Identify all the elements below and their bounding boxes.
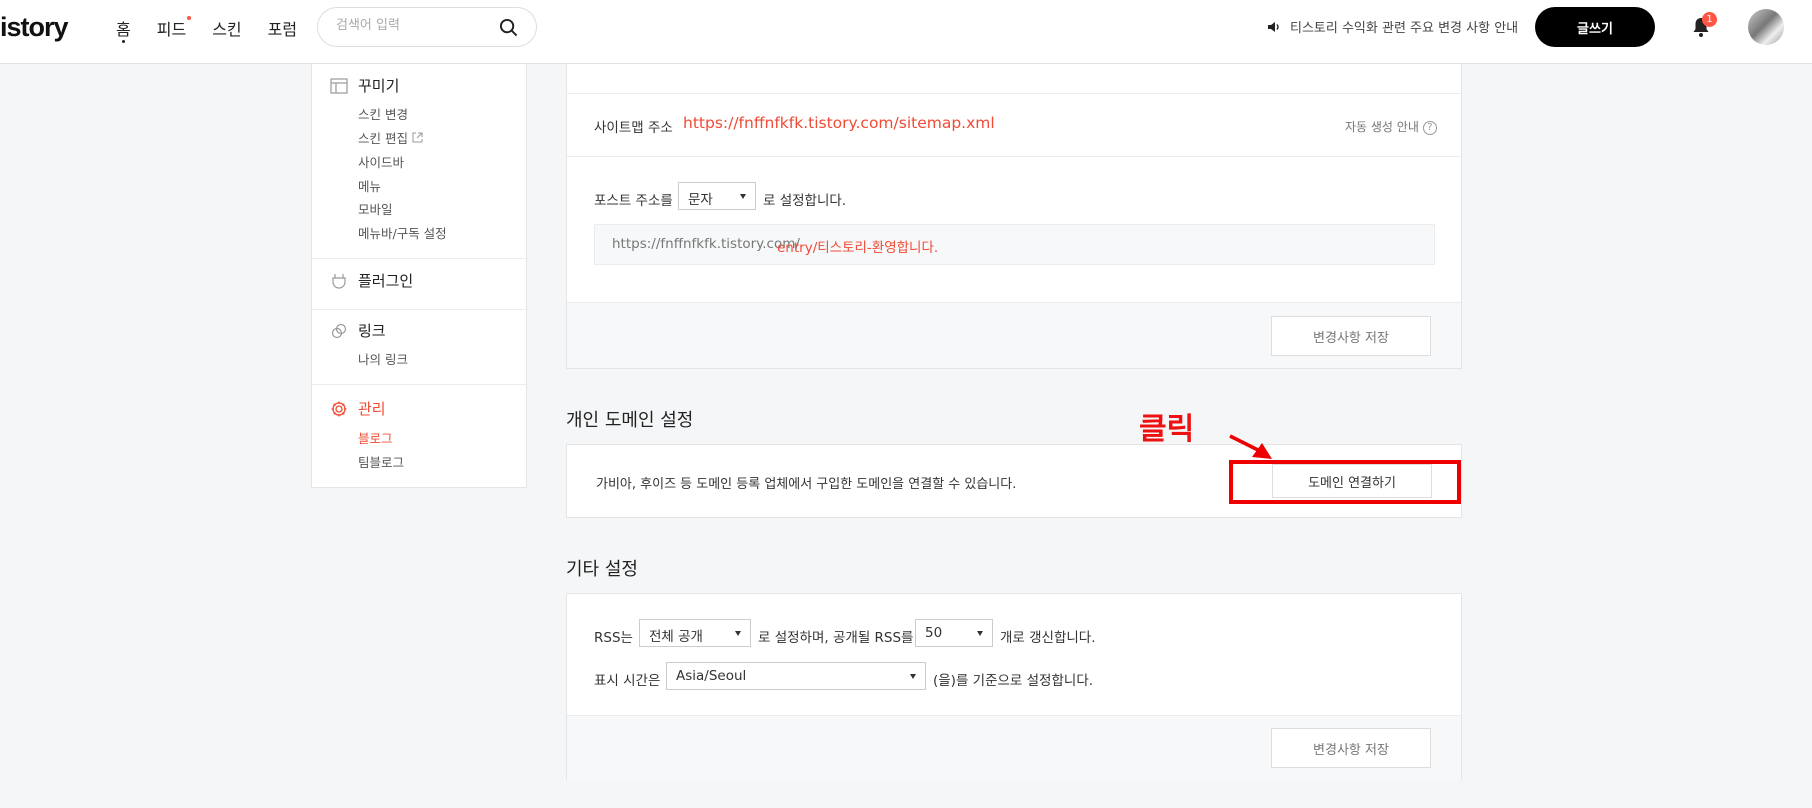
nav-home-label: 홈 — [116, 20, 131, 39]
save-button[interactable]: 변경사항 저장 — [1271, 316, 1431, 356]
layout-icon — [330, 78, 348, 94]
skin-edit-label: 스킨 편집 — [358, 131, 408, 146]
plugin-icon — [332, 274, 346, 289]
notice-text: 티스토리 수익화 관련 주요 변경 사항 안내 — [1290, 21, 1519, 36]
nav-home[interactable]: 홈 — [116, 16, 131, 43]
chevron-down-icon — [977, 631, 983, 636]
divider — [567, 156, 1461, 157]
sitemap-label: 사이트맵 주소 — [594, 120, 673, 136]
active-dot — [122, 40, 125, 43]
post-address-suffix: 로 설정합니다. — [763, 193, 847, 209]
avatar[interactable] — [1748, 9, 1784, 45]
rss-select-value: 전체 공개 — [649, 629, 703, 645]
link-icon — [331, 323, 347, 339]
divider — [312, 258, 526, 259]
url-preview-base: https://fnffnfkfk.tistory.com/ — [612, 236, 800, 252]
timezone-value: Asia/Seoul — [676, 668, 747, 684]
notification-badge: 1 — [1702, 12, 1717, 27]
sidebar-item-blog[interactable]: 블로그 — [358, 428, 393, 447]
annotation-highlight-box — [1229, 460, 1461, 504]
chevron-down-icon — [735, 631, 741, 636]
other-settings-panel: RSS는 전체 공개 로 설정하며, 공개될 RSS를 50 개로 갱신합니다.… — [566, 593, 1462, 780]
search-icon[interactable] — [499, 18, 518, 37]
post-address-select[interactable]: 문자 — [678, 182, 756, 210]
rss-count-select[interactable]: 50 — [915, 619, 993, 647]
top-bar: istory 홈 피드 스킨 포럼 티스토리 수익화 관련 주요 변경 사항 안… — [0, 0, 1812, 64]
sidebar-item-skin-change[interactable]: 스킨 변경 — [358, 104, 408, 123]
sidebar-item-menu[interactable]: 메뉴 — [358, 176, 381, 195]
nav-feed[interactable]: 피드 — [156, 16, 192, 40]
rss-suffix: 개로 갱신합니다. — [1000, 630, 1096, 646]
divider — [312, 309, 526, 310]
post-address-label: 포스트 주소를 — [594, 193, 673, 209]
sidebar-item-skin-edit[interactable]: 스킨 편집 — [358, 128, 423, 147]
panel-footer: 변경사항 저장 — [567, 715, 1461, 780]
sidebar-head-link[interactable]: 링크 — [358, 320, 386, 341]
url-preview: https://fnffnfkfk.tistory.com/ entry/티스토… — [594, 224, 1435, 265]
chevron-down-icon — [910, 674, 916, 679]
nav-forum[interactable]: 포럼 — [268, 16, 297, 40]
external-link-icon — [412, 132, 423, 143]
url-preview-path: entry/티스토리-환영합니다. — [777, 240, 939, 256]
sidebar-item-my-link[interactable]: 나의 링크 — [358, 349, 408, 368]
rss-visibility-select[interactable]: 전체 공개 — [639, 619, 751, 647]
sidebar-head-decorate[interactable]: 꾸미기 — [358, 75, 399, 96]
main-nav: 홈 피드 스킨 포럼 — [116, 16, 297, 43]
notice-link[interactable]: 티스토리 수익화 관련 주요 변경 사항 안내 — [1266, 17, 1518, 36]
new-dot — [187, 16, 192, 20]
rss-count-value: 50 — [925, 625, 943, 641]
panel-footer: 변경사항 저장 — [567, 302, 1461, 368]
speaker-icon — [1268, 21, 1279, 32]
divider — [312, 384, 526, 385]
search-box — [317, 7, 537, 47]
logo[interactable]: istory — [0, 12, 69, 43]
sidebar-head-manage[interactable]: 관리 — [358, 398, 386, 419]
sidebar-item-mobile[interactable]: 모바일 — [358, 199, 393, 218]
sidebar: 꾸미기 스킨 변경 스킨 편집 사이드바 메뉴 모바일 메뉴바/구독 설정 플러… — [311, 64, 527, 488]
domain-section-title: 개인 도메인 설정 — [566, 410, 694, 431]
auto-gen-label: 자동 생성 안내 — [1345, 120, 1419, 134]
auto-gen-info[interactable]: 자동 생성 안내? — [1345, 118, 1437, 135]
address-settings-panel: 사이트맵 주소 https://fnffnfkfk.tistory.com/si… — [566, 64, 1462, 369]
help-icon: ? — [1422, 120, 1437, 135]
write-button[interactable]: 글쓰기 — [1535, 7, 1655, 47]
timezone-select[interactable]: Asia/Seoul — [666, 662, 926, 690]
other-section-title: 기타 설정 — [566, 559, 638, 580]
divider — [567, 93, 1461, 94]
gear-icon — [331, 401, 347, 417]
rss-middle: 로 설정하며, 공개될 RSS를 — [758, 630, 914, 646]
post-select-value: 문자 — [688, 192, 713, 208]
sidebar-item-menubar[interactable]: 메뉴바/구독 설정 — [358, 223, 447, 242]
time-suffix: (을)를 기준으로 설정합니다. — [933, 673, 1094, 689]
domain-description: 가비아, 후이즈 등 도메인 등록 업체에서 구입한 도메인을 연결할 수 있습… — [596, 477, 1017, 492]
nav-skin[interactable]: 스킨 — [212, 16, 241, 40]
save-button[interactable]: 변경사항 저장 — [1271, 728, 1431, 768]
sitemap-url[interactable]: https://fnffnfkfk.tistory.com/sitemap.xm… — [683, 114, 995, 132]
time-prefix: 표시 시간은 — [594, 673, 661, 689]
rss-prefix: RSS는 — [594, 630, 633, 646]
annotation-arrow-icon — [1229, 434, 1272, 459]
nav-feed-label: 피드 — [156, 20, 187, 39]
sidebar-item-sidebar[interactable]: 사이드바 — [358, 152, 404, 171]
chevron-down-icon — [740, 194, 746, 199]
sidebar-head-plugin[interactable]: 플러그인 — [358, 270, 413, 291]
sidebar-item-team-blog[interactable]: 팀블로그 — [358, 452, 404, 471]
annotation-label: 클릭 — [1139, 412, 1195, 447]
search-input[interactable] — [336, 18, 486, 33]
